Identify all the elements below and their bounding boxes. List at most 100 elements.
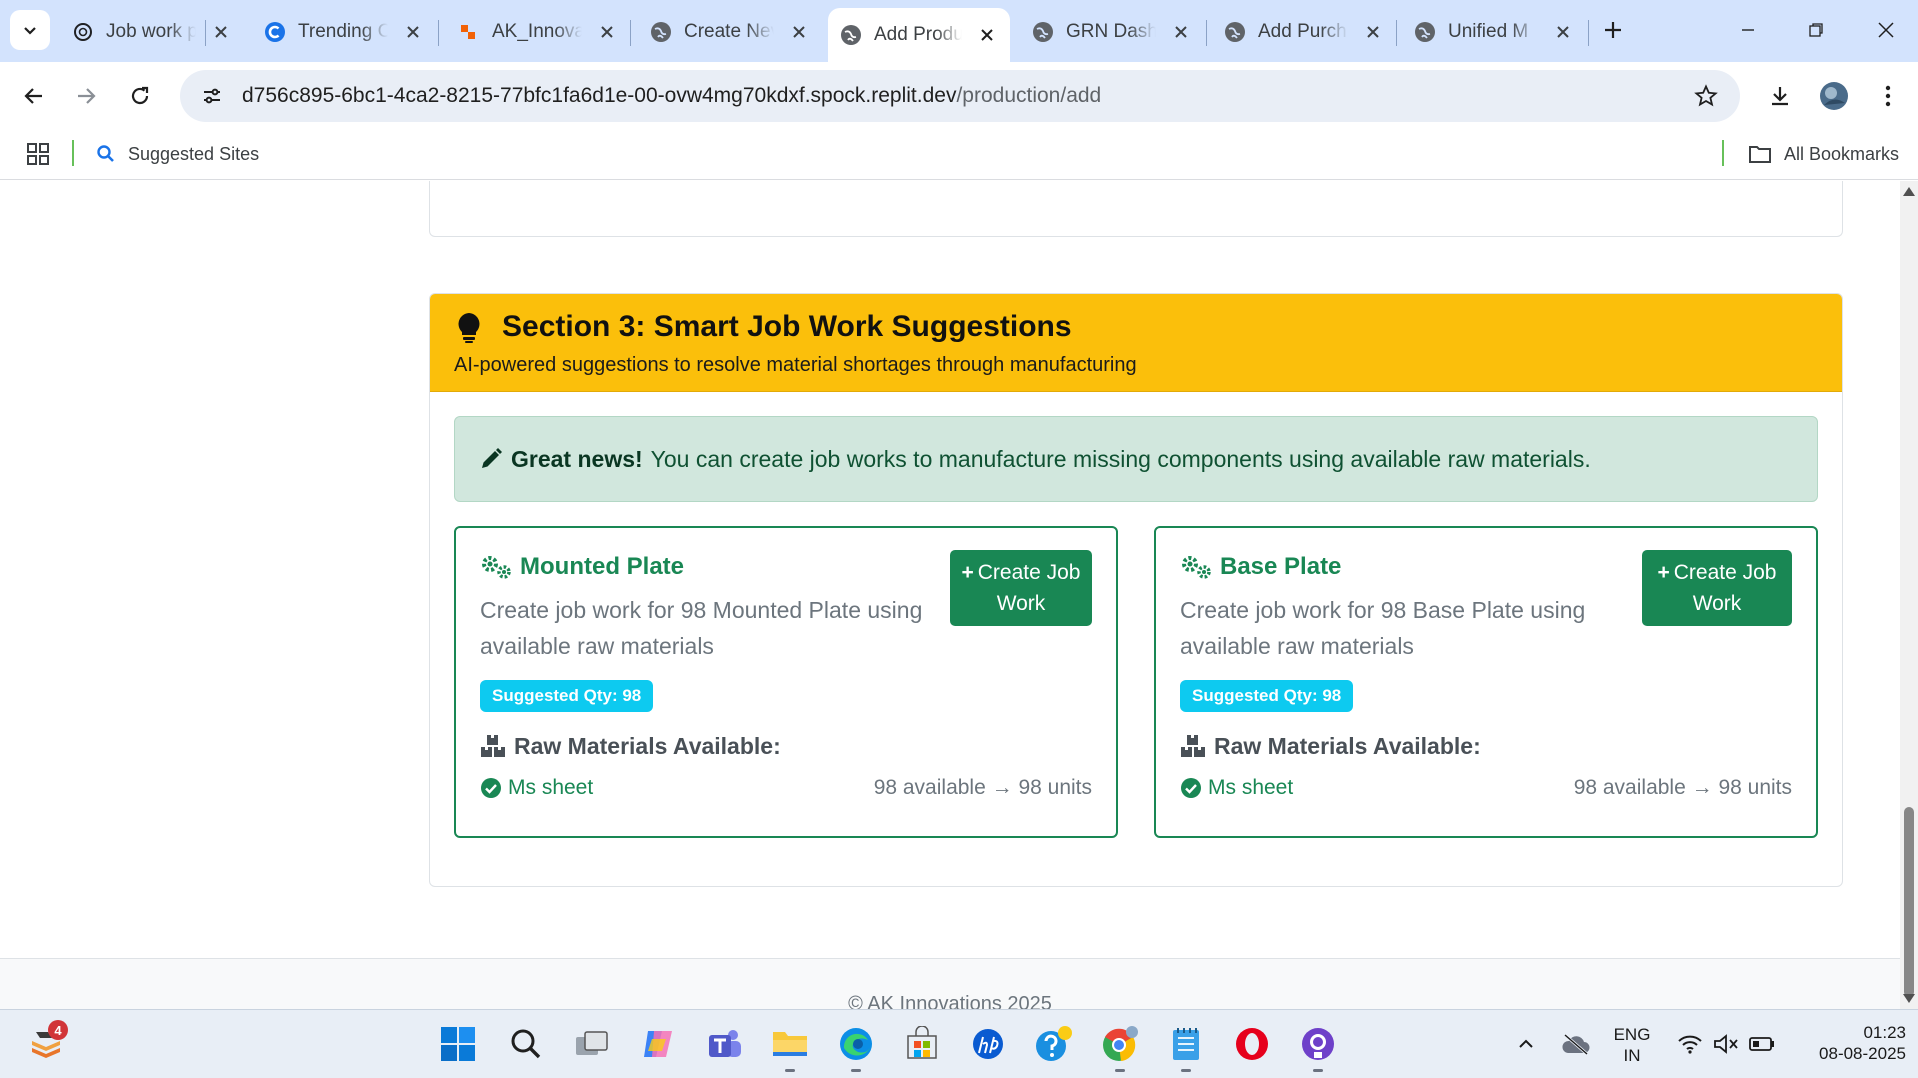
tab-trending[interactable]: Trending C [252,10,436,54]
url-path: /production/add [956,84,1102,107]
close-icon[interactable] [210,21,232,43]
language-indicator[interactable]: ENG IN [1604,1024,1660,1066]
back-button[interactable] [12,74,56,118]
create-job-work-button[interactable]: + Create Job Work [1642,550,1792,626]
tab-search-button[interactable] [10,10,50,50]
restore-button[interactable] [1792,10,1840,50]
bookmarks-separator [1722,140,1724,166]
close-icon[interactable] [976,24,998,46]
store-icon [907,1026,937,1059]
tab-title: Create Nev [684,21,774,42]
windows-taskbar: 4 ENG IN 01:23 08-08-2025 [0,1009,1918,1078]
tab-separator [630,20,631,46]
taskbar-edge[interactable] [834,1022,878,1072]
tab-job-work[interactable]: Job work p [60,10,244,54]
taskbar-copilot[interactable] [636,1022,680,1066]
onedrive-tray[interactable] [1554,1022,1598,1066]
tab-ak-innovations[interactable]: AK_Innovat [446,10,630,54]
create-job-work-button[interactable]: + Create Job Work [950,550,1092,626]
taskbar-file-explorer[interactable] [768,1022,812,1072]
tab-add-product[interactable]: Add Produ [828,8,1010,62]
scrollbar-thumb[interactable] [1904,807,1914,997]
tab-grn-dashboard[interactable]: GRN Dashb [1020,10,1204,54]
close-icon[interactable] [788,21,810,43]
raw-material-row: Ms sheet 98 available → 98 units [480,772,1092,804]
alert-text: You can create job works to manufacture … [650,445,1591,472]
show-hidden-icons-button[interactable] [1504,1022,1548,1066]
taskbar-chrome[interactable] [1098,1022,1142,1072]
raw-material-availability: 98 available → 98 units [873,776,1092,799]
url-text: d756c895-6bc1-4ca2-8215-77bfc1fa6d1e-00-… [242,84,1101,108]
task-view-icon [576,1031,608,1055]
scroll-down-arrow-icon[interactable] [1903,994,1915,1003]
kebab-menu-icon [1885,85,1891,107]
raw-materials-heading-text: Raw Materials Available: [1214,732,1481,759]
chevron-down-icon [24,27,36,35]
globe-icon [840,24,862,46]
close-icon[interactable] [596,21,618,43]
start-button[interactable] [436,1022,480,1066]
tab-separator [438,20,439,46]
taskbar-search[interactable] [504,1022,548,1066]
tab-separator [1588,20,1589,46]
arrow-left-icon [24,88,42,104]
orange-diamond-icon [458,21,480,43]
language-code: ENG [1613,1025,1651,1044]
button-label: Create Job Work [977,561,1081,615]
taskbar-github[interactable] [1296,1022,1340,1072]
tab-create-new[interactable]: Create Nev [638,10,822,54]
new-tab-button[interactable] [1595,12,1631,48]
bookmark-label: Suggested Sites [128,143,260,164]
card-description: Create job work for 98 Mounted Plate usi… [480,597,923,659]
job-work-card-mounted-plate: Mounted Plate Create job work for 98 Mou… [454,526,1118,838]
close-icon[interactable] [1362,21,1384,43]
edge-icon [840,1028,872,1060]
bookmark-star-button[interactable] [1686,76,1726,116]
folder-icon [1749,146,1771,163]
downloads-button[interactable] [1758,74,1802,118]
taskbar-task-view[interactable] [570,1022,614,1066]
check-circle-icon [1181,778,1201,798]
github-icon [1302,1028,1334,1060]
pencil-icon [482,448,502,468]
running-indicator [785,1069,795,1072]
tab-title: Job work p [106,21,196,42]
reload-button[interactable] [118,74,162,118]
close-icon [1878,22,1894,38]
taskbar-get-help[interactable] [1032,1022,1076,1066]
clock[interactable]: 01:23 08-08-2025 [1786,1022,1906,1064]
volume-muted-icon [1714,1034,1738,1054]
address-bar[interactable]: d756c895-6bc1-4ca2-8215-77bfc1fa6d1e-00-… [180,70,1740,122]
close-icon[interactable] [1170,21,1192,43]
taskbar-teams[interactable] [702,1022,746,1066]
bookmark-suggested-sites[interactable]: Suggested Sites [96,138,259,170]
globe-icon [1224,21,1246,43]
close-window-button[interactable] [1862,10,1910,50]
forward-button[interactable] [64,74,108,118]
taskbar-opera[interactable] [1230,1022,1274,1066]
running-indicator [1313,1069,1323,1072]
scroll-up-arrow-icon[interactable] [1903,187,1915,196]
browser-menu-button[interactable] [1866,74,1910,118]
all-bookmarks-button[interactable]: All Bookmarks [1748,138,1899,170]
tab-add-purchase[interactable]: Add Purch [1212,10,1396,54]
site-info-icon[interactable] [192,76,232,116]
profile-avatar[interactable] [1812,74,1856,118]
apps-grid-icon[interactable] [24,140,52,168]
minimize-button[interactable] [1724,10,1772,50]
reload-icon [131,86,149,105]
bookmark-label: All Bookmarks [1784,143,1900,164]
battery-tray[interactable] [1740,1022,1784,1066]
close-icon[interactable] [1552,21,1574,43]
tab-unified[interactable]: Unified M [1402,10,1586,54]
page-scrollbar[interactable] [1900,181,1918,1009]
taskbar-hp[interactable] [966,1022,1010,1066]
great-news-alert: Great news! You can create job works to … [454,416,1818,502]
copilot-icon [644,1031,672,1057]
gears-icon [482,556,511,579]
close-icon[interactable] [402,21,424,43]
create-job-work-label: + Create Job Work [1642,557,1792,619]
boxes-icon [1181,735,1205,757]
taskbar-store[interactable] [900,1022,944,1066]
taskbar-notepad[interactable] [1164,1022,1208,1072]
